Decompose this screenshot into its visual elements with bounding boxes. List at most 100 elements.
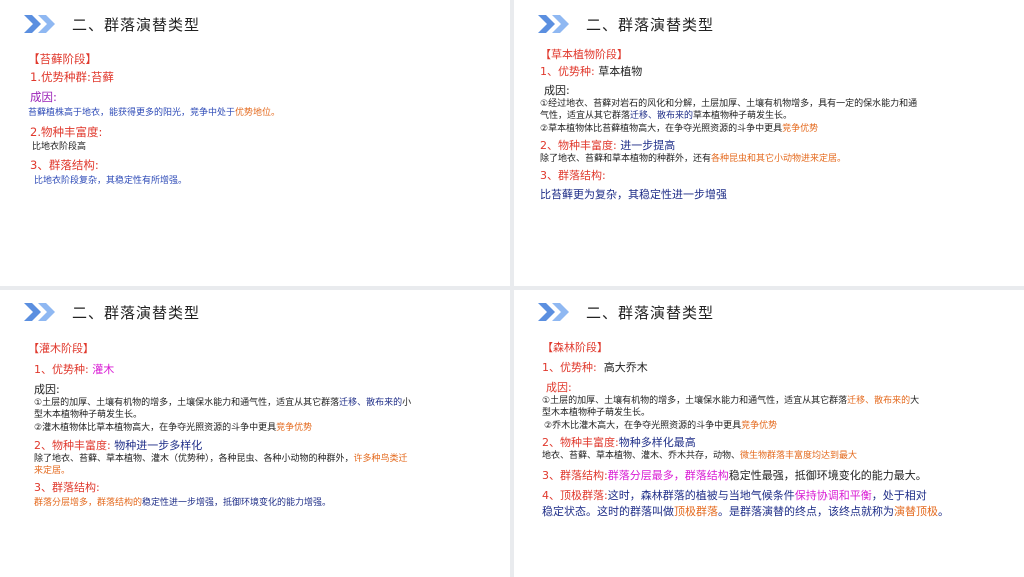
cause-1: ①土层的加厚、土壤有机物的增多，土壤保水能力和通气性，适宜从其它群落迁移、散布来…	[542, 396, 1012, 408]
text-segment: ①土层的加厚、土壤有机物的增多，土壤保水能力和通气性，适宜从其它群落	[34, 397, 340, 408]
text-segment: 竞争优势	[782, 124, 819, 135]
text-segment: 草本植物种子萌发生长。	[693, 110, 793, 121]
text-segment: 气性，适宜从其它群落	[540, 110, 631, 121]
cause-2: ②乔木比灌木高大，在争夺光照资源的斗争中更具竞争优势	[544, 421, 1012, 433]
slide-title: 二、群落演替类型	[72, 303, 201, 322]
richness-desc: 除了地衣、苔藓和草本植物的种群外，还有各种昆虫和其它小动物进来定居。	[540, 154, 1010, 166]
text-segment: 群落分层最多，群落结构	[607, 468, 729, 482]
cause-label: 成因:	[544, 83, 570, 97]
cause-2: ②灌木植物体比草本植物高大，在争夺光照资源的斗争中更具竞争优势	[34, 423, 498, 435]
text-segment: ①土层的加厚、土壤有机物的增多，土壤保水能力和通气性，适宜从其它群落	[542, 395, 848, 406]
text-segment: 竞争优势	[276, 423, 313, 434]
structure-label: 3、群落结构:	[540, 168, 606, 182]
text-segment: 3、群落结构:	[542, 468, 608, 482]
text-segment: 2、物种丰富度:	[540, 138, 617, 152]
cause-1-cont: 型木本植物种子萌发生长。	[542, 408, 1012, 420]
text-segment: 演替顶极	[894, 504, 938, 518]
text-segment: ②灌木植物体比草本植物高大，在争夺光照资源的斗争中更具	[34, 423, 277, 434]
text-segment: 迁移、散布来的	[630, 110, 694, 121]
text-segment: 型木本植物种子萌发生长。	[34, 409, 143, 420]
cause-1-cont: 气性，适宜从其它群落迁移、散布来的草本植物种子萌发生长。	[540, 111, 1010, 123]
text-segment: 进一步提高	[620, 138, 676, 152]
text-segment: 高大乔木	[603, 361, 648, 375]
dominant-species: 1、优势种: 草本植物	[540, 65, 1010, 79]
text-segment: 。是群落演替的终点，该终点就称为	[718, 504, 894, 518]
slide-forest-stage: 二、群落演替类型 【森林阶段】 1、优势种: 高大乔木 成因: ①土层的加厚、土…	[514, 290, 1024, 577]
slide-header: 二、群落演替类型	[24, 300, 200, 324]
text-segment: 许多种鸟类迁	[353, 454, 408, 465]
text-segment: 物种多样化最高	[618, 435, 696, 449]
slide-shrub-stage: 二、群落演替类型 【灌木阶段】 1、优势种: 灌木 成因: ①土层的加厚、土壤有…	[0, 290, 510, 577]
text-segment: 竞争优势	[741, 421, 778, 432]
text-segment: 稳定性最强，抵御环境变化的能力最大。	[728, 468, 927, 482]
text-segment: 1、优势种:	[34, 363, 89, 377]
text-segment: 。	[938, 504, 949, 518]
slide-title: 二、群落演替类型	[586, 303, 715, 322]
text-segment: 除了地衣、苔藓和草本植物的种群外，还有	[540, 154, 712, 165]
text-segment: 稳定性进一步增强，抵御环境变化的能力增强。	[142, 497, 332, 508]
text-segment: 地衣、苔藓、草本植物、灌木、乔木共存，动物、	[542, 451, 741, 462]
richness-desc-cont: 来定居。	[34, 465, 71, 476]
text-segment: 物种进一步多样化	[114, 438, 203, 452]
text-segment: 能获得更多的阳光，	[109, 107, 191, 118]
text-segment: ②乔木比灌木高大，在争夺光照资源的斗争中更具	[544, 421, 742, 432]
stage-label: 【森林阶段】	[542, 341, 608, 354]
slide-header: 二、群落演替类型	[538, 300, 714, 324]
cause-1-cont: 型木本植物种子萌发生长。	[34, 410, 498, 422]
text-segment: 型木本植物种子萌发生长。	[542, 407, 651, 418]
richness-desc: 地衣、苔藓、草本植物、灌木、乔木共存，动物、微生物群落丰富度均达到最大	[542, 451, 1012, 463]
richness-desc: 除了地衣、苔藓、草本植物、灌木（优势种），各种昆虫、各种小动物的种群外，许多种鸟…	[34, 454, 498, 466]
slide-title: 二、群落演替类型	[72, 15, 201, 34]
text-segment: 灌木	[92, 363, 115, 377]
text-segment: 优势地位。	[235, 107, 281, 118]
dominant-species: 1、优势种: 高大乔木	[542, 361, 1012, 375]
double-chevron-icon	[24, 303, 58, 321]
cause-label: 成因:	[546, 380, 572, 394]
text-segment: 各种昆虫和其它小动物进来定居。	[711, 154, 847, 165]
cause-label: 成因:	[30, 89, 57, 104]
richness-value: 比地衣阶段高	[32, 142, 87, 153]
slide-header: 二、群落演替类型	[538, 12, 714, 36]
text-segment: ①经过地衣、苔藓对岩石的风化和分解，土层加厚、土壤有机物增多，具有一定的保水能力…	[540, 98, 918, 109]
richness: 2、物种丰富度:物种多样化最高	[542, 436, 1012, 450]
stage-label: 【苔藓阶段】	[28, 52, 97, 66]
text-segment: 稳定状态。这时的群落叫做	[542, 504, 674, 518]
text-segment: 苔藓	[90, 69, 114, 84]
richness: 2、物种丰富度: 物种进一步多样化	[34, 439, 498, 453]
structure: 3、群落结构:群落分层最多，群落结构稳定性最强，抵御环境变化的能力最大。	[542, 469, 1012, 483]
text-segment: 4、顶极群落:	[542, 489, 608, 503]
text-segment: 2、物种丰富度:	[542, 435, 619, 449]
text-segment: 除了地衣、苔藓、草本植物、灌木（优势种），各种昆虫、各种小动物的种群外，	[34, 454, 354, 465]
dominant-species: 1、优势种: 灌木	[34, 363, 498, 377]
climax: 4、顶极群落:这时，森林群落的植被与当地气候条件保持协调和平衡，处于相对	[542, 489, 1012, 503]
text-segment: 2、物种丰富度:	[34, 438, 111, 452]
text-segment: 保持协调和平衡	[794, 489, 872, 503]
text-segment: 竞争中处于	[190, 107, 236, 118]
slide-header: 二、群落演替类型	[24, 12, 200, 36]
structure-value: 比地衣阶段复杂，其稳定性有所增强。	[34, 176, 188, 187]
richness: 2、物种丰富度: 进一步提高	[540, 139, 1010, 153]
cause-text: 苔藓植株高于地衣，能获得更多的阳光，竞争中处于优势地位。	[28, 108, 500, 120]
cause-label: 成因:	[34, 382, 60, 396]
structure-label: 3、群落结构:	[30, 158, 99, 173]
text-segment: 1、优势种:	[542, 361, 597, 375]
text-segment: ②草本植物体比苔藓植物高大，在争夺光照资源的斗争中更具	[540, 124, 783, 135]
text-segment: 这时，森林群落的植被与当地气候条件	[607, 489, 795, 503]
climax-cont: 稳定状态。这时的群落叫做顶极群落。是群落演替的终点，该终点就称为演替顶极。	[542, 505, 1012, 519]
text-segment: 1、优势种:	[540, 65, 595, 79]
text-segment: 草本植物	[598, 65, 643, 79]
double-chevron-icon	[24, 15, 58, 33]
text-segment: ，处于相对	[871, 489, 927, 503]
text-segment: 小	[402, 397, 412, 408]
text-segment: 顶极群落	[674, 504, 718, 518]
structure-label: 3、群落结构:	[34, 480, 100, 494]
double-chevron-icon	[538, 303, 572, 321]
richness-label: 2.物种丰富度:	[30, 124, 103, 139]
text-segment: 1.优势种群:	[30, 69, 91, 84]
structure-value: 比苔藓更为复杂，其稳定性进一步增强	[540, 188, 727, 202]
stage-label: 【草本植物阶段】	[540, 48, 628, 61]
dominant-species: 1.优势种群:苔藓	[30, 70, 500, 85]
text-segment: 迁移、散布来的	[847, 395, 911, 406]
text-segment: 群落分层增多，群落结构的	[34, 497, 143, 508]
text-segment: 大	[910, 395, 920, 406]
